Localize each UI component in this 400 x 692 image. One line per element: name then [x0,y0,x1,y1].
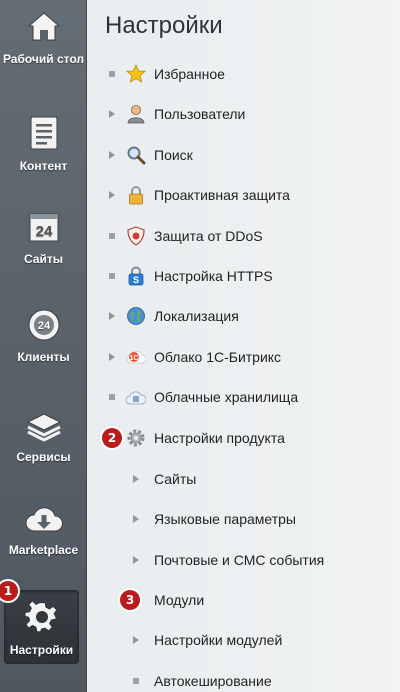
menu-item-label: Проактивная защита [154,187,290,203]
sidebar-item-label: Marketplace [8,543,79,557]
menu-item-label: Поиск [154,147,193,163]
expand-triangle-icon [133,636,139,644]
expand-triangle-icon [109,151,115,159]
padlock-icon [129,186,143,205]
menu-item-search[interactable]: Поиск [88,143,400,167]
sidebar-item-label: Контент [19,159,68,173]
sidebar-item-label: Рабочий стол [2,52,85,66]
gear-icon [24,601,57,632]
sidebar-item-content[interactable]: Контент [0,115,87,173]
expand-triangle-icon [109,353,115,361]
sidebar-item-sites[interactable]: 24 Сайты [0,210,87,266]
menu-item-localization[interactable]: Локализация [88,304,400,328]
sidebar-item-services[interactable]: Сервисы [0,408,87,464]
menu-item-label: Настройки продукта [154,430,285,446]
sidebar-item-desktop[interactable]: Рабочий стол [0,10,87,66]
expand-triangle-icon [109,191,115,199]
menu-item-proactive-protection[interactable]: Проактивная защита [88,183,400,207]
bullet-marker [133,678,139,684]
expand-triangle-icon [133,556,139,564]
submenu-item-module-settings[interactable]: Настройки модулей [88,628,400,652]
menu-item-label: Почтовые и СМС события [154,552,325,568]
sidebar-item-label: Сервисы [16,450,71,464]
sidebar-item-settings[interactable]: Настройки [4,590,79,664]
bullet-marker [109,71,115,77]
menu-item-favorites[interactable]: Избранное [88,62,400,86]
page-title: Настройки [105,12,223,39]
menu-item-cloud-storage[interactable]: Облачные хранилища [88,385,400,409]
svg-text:24: 24 [37,320,50,332]
bullet-marker [109,394,115,400]
menu-item-label: Настройки модулей [154,632,283,648]
menu-item-label: Облачные хранилища [154,389,299,405]
bitrix-cloud-icon: 1С [126,351,146,364]
lock-s-icon: S [128,266,144,286]
bullet-marker [109,233,115,239]
svg-text:24: 24 [35,223,52,240]
sidebar-item-clients[interactable]: 24 Клиенты [0,308,87,364]
sidebar-item-label: Сайты [24,252,63,266]
settings-panel: Настройки Избранное Пользователи Поиск П… [88,0,400,692]
menu-item-label: Модули [154,592,205,608]
globe-icon [127,307,145,325]
cloud-storage-icon [126,391,146,405]
menu-item-label: Защита от DDoS [154,228,263,244]
cloud-download-icon [25,507,63,532]
menu-item-label: Языковые параметры [154,511,296,527]
star-icon [126,64,146,83]
gear-icon [127,429,145,447]
menu-item-ddos-protection[interactable]: Защита от DDoS [88,224,400,248]
layers-icon [26,413,61,442]
sidebar-item-marketplace[interactable]: Marketplace [0,505,87,557]
menu-item-label: Сайты [154,471,197,487]
shield-icon [127,226,145,246]
menu-item-label: Автокеширование [154,673,272,689]
submenu-item-language-params[interactable]: Языковые параметры [88,507,400,531]
menu-item-label: Облако 1С-Битрикс [154,349,282,365]
submenu-item-mail-sms-events[interactable]: Почтовые и СМС события [88,548,400,572]
sidebar-item-label: Клиенты [17,350,70,364]
menu-item-label: Настройка HTTPS [154,268,273,284]
submenu-item-autocaching[interactable]: Автокеширование [88,669,400,692]
step-badge-2: 2 [102,428,122,448]
step-badge-3: 3 [120,590,140,610]
clients-24-icon: 24 [28,309,59,341]
menu-item-https-settings[interactable]: S Настройка HTTPS [88,264,400,288]
svg-text:1С: 1С [130,355,139,362]
bullet-marker [109,273,115,279]
menu-item-bitrix-cloud[interactable]: 1С Облако 1С-Битрикс [88,345,400,369]
calendar-24-icon: 24 [29,213,58,242]
home-icon [27,12,60,41]
expand-triangle-icon [133,515,139,523]
menu-item-label: Локализация [154,308,239,324]
expand-triangle-icon [109,312,115,320]
menu-item-label: Пользователи [154,106,246,122]
magnifier-icon [127,146,146,165]
menu-item-label: Избранное [154,66,225,82]
expand-triangle-icon [133,475,139,483]
submenu-item-sites[interactable]: Сайты [88,467,400,491]
document-icon [30,116,57,150]
menu-item-product-settings[interactable]: 2 Настройки продукта [88,426,400,450]
expand-triangle-icon [109,110,115,118]
sidebar-item-label: Настройки [9,643,74,657]
svg-text:S: S [133,275,139,285]
submenu-item-modules[interactable]: 3 Модули [88,588,400,612]
user-icon [127,105,145,124]
menu-item-users[interactable]: Пользователи [88,102,400,126]
